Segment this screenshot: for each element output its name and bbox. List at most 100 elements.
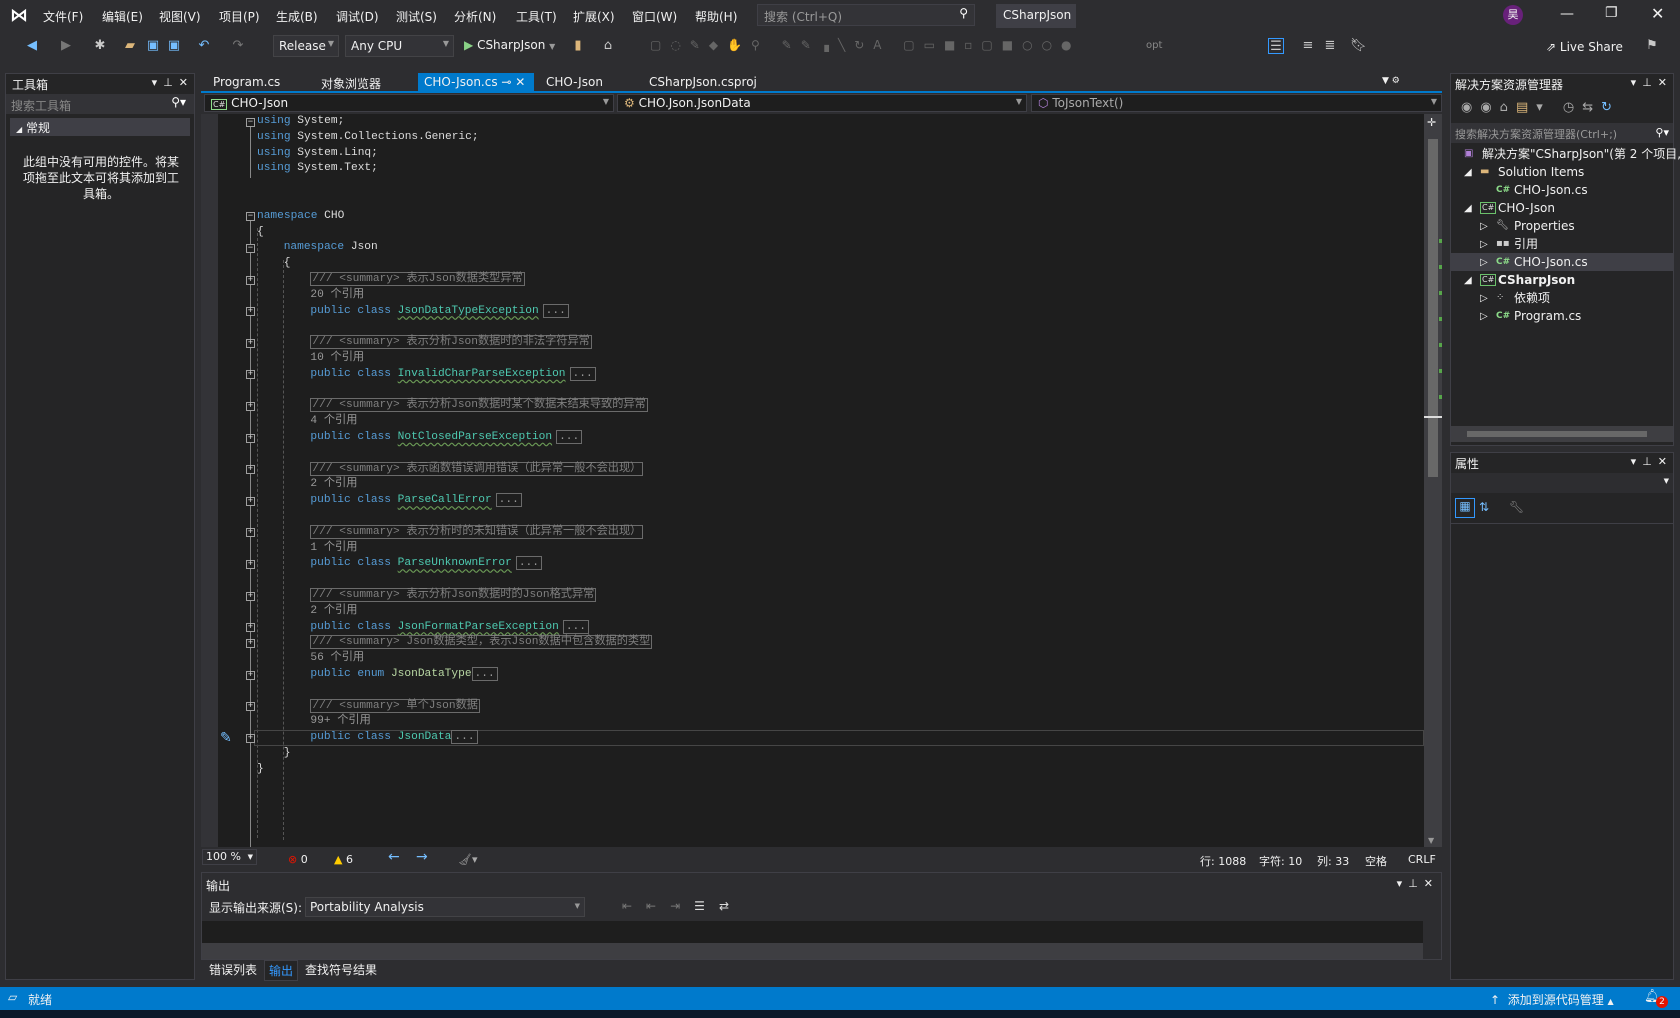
collapsed-block[interactable]: ... xyxy=(451,730,478,745)
error-count[interactable]: ⊗ 0 xyxy=(288,853,308,866)
tab-3[interactable]: CHO-Json xyxy=(540,73,609,91)
start-button[interactable]: ▶ CSharpJson ▼ xyxy=(464,38,555,52)
maximize-button[interactable]: ❐ xyxy=(1605,5,1618,21)
expand-icon[interactable]: + xyxy=(246,670,255,680)
solution-explorer-toolbar[interactable]: ◉◉⌂▤▾ ◷⇆↻ xyxy=(1461,100,1620,115)
tree-item[interactable]: ▷ C# Program.cs xyxy=(1450,307,1674,325)
comment-icon[interactable]: ≣ xyxy=(1322,38,1338,54)
save-icon[interactable]: ▣ xyxy=(145,38,161,54)
collapsed-block[interactable]: ... xyxy=(542,303,569,318)
tree-item[interactable]: ◢ C# CSharpJson xyxy=(1450,271,1674,289)
bottom-tab-0[interactable]: 错误列表 xyxy=(205,960,261,979)
menu-item[interactable]: 生成(B) xyxy=(276,8,318,25)
collapsed-arrow-icon[interactable]: ▷ xyxy=(1480,218,1488,236)
collapsed-block[interactable]: ... xyxy=(495,493,522,508)
collapsed-comment[interactable]: /// <summary> 表示分析Json数据时某个数据未结束导致的异常 xyxy=(310,398,648,413)
tree-item[interactable]: ▷ 🔧︎ Properties xyxy=(1450,217,1674,235)
type-dropdown[interactable]: ⚙ CHO.Json.JsonData ▼ xyxy=(617,94,1027,112)
solution-hscroll[interactable] xyxy=(1451,426,1673,442)
word-wrap-icon[interactable]: ⇄ xyxy=(719,899,743,913)
clear-all-icon[interactable]: ☰ xyxy=(694,899,719,913)
panel-buttons[interactable]: ▾⊥✕ xyxy=(1397,877,1439,890)
tree-item[interactable]: C# CHO-Json.cs xyxy=(1450,181,1674,199)
codelens-references[interactable]: 99+ 个引用 xyxy=(310,715,370,727)
collapsed-comment[interactable]: /// <summary> 表示分析Json数据时的Json格式异常 xyxy=(310,588,597,602)
feedback-icon[interactable]: ⚑ xyxy=(1644,38,1660,54)
codelens-references[interactable]: 1 个引用 xyxy=(310,542,357,554)
configuration-dropdown[interactable]: Release ▼ xyxy=(273,35,339,57)
codelens-references[interactable]: 2 个引用 xyxy=(310,605,357,617)
output-toolbar-icons[interactable]: ⇤⇤⇥☰⇄ xyxy=(622,899,743,913)
minimize-button[interactable]: — xyxy=(1560,6,1574,22)
scrollbar-thumb[interactable] xyxy=(1467,431,1647,437)
warning-count[interactable]: ▲ 6 xyxy=(334,853,353,866)
collapse-icon[interactable]: − xyxy=(246,212,255,222)
output-source-dropdown[interactable]: Portability Analysis ▼ xyxy=(305,897,585,917)
split-icon[interactable]: ✛ xyxy=(1427,116,1436,129)
expand-icon[interactable]: + xyxy=(246,623,255,633)
expanded-arrow-icon[interactable]: ◢ xyxy=(1464,164,1472,182)
expand-icon[interactable]: + xyxy=(246,638,255,648)
undo-icon[interactable]: ↶ xyxy=(196,38,212,54)
code-editor[interactable]: using System; − using System.Collections.G… xyxy=(218,114,1424,847)
cleanup-icon[interactable]: 🧹︎▾ xyxy=(458,853,478,866)
output-text-area[interactable] xyxy=(202,921,1423,943)
collapsed-arrow-icon[interactable]: ▷ xyxy=(1480,236,1488,254)
collapsed-arrow-icon[interactable]: ▷ xyxy=(1480,254,1488,272)
collapsed-block[interactable]: ... xyxy=(569,366,596,381)
tab-1[interactable]: 对象浏览器 xyxy=(315,73,387,91)
toolbar-icon-find[interactable]: ▮ xyxy=(570,38,586,54)
bookmark-icon[interactable]: 🔖︎ xyxy=(1350,38,1367,54)
tab-4[interactable]: CSharpJson.csproj xyxy=(643,73,763,91)
bottom-tab-1[interactable]: 输出 xyxy=(264,960,299,981)
edit-pen-icon[interactable]: ✎ xyxy=(220,730,232,746)
tree-item[interactable]: ▷ ▪▪ 引用 xyxy=(1450,235,1674,253)
codelens-references[interactable]: 4 个引用 xyxy=(310,415,357,427)
collapsed-block[interactable]: ... xyxy=(515,556,542,571)
output-hscroll[interactable] xyxy=(202,943,1423,959)
menu-item[interactable]: 测试(S) xyxy=(396,8,437,25)
search-input[interactable]: 搜索 (Ctrl+Q) xyxy=(764,10,842,24)
open-folder-icon[interactable]: ▰ xyxy=(122,38,138,54)
expand-icon[interactable]: + xyxy=(246,465,255,475)
collapsed-comment[interactable]: /// <summary> 表示Json数据类型异常 xyxy=(310,272,525,286)
expand-icon[interactable]: + xyxy=(246,275,255,285)
panel-buttons[interactable]: ▾⊥✕ xyxy=(152,76,194,89)
collapsed-comment[interactable]: /// <summary> Json数据类型，表示Json数据中包含数据的类型 xyxy=(310,635,653,650)
home-icon[interactable]: ⌂ xyxy=(600,38,616,54)
collapsed-comment[interactable]: /// <summary> 表示分析Json数据时的非法字符异常 xyxy=(310,335,592,350)
codelens-references[interactable]: 10 个引用 xyxy=(310,352,364,364)
toolbox-search[interactable]: 搜索工具箱 ⚲▾ xyxy=(6,94,194,114)
panel-buttons[interactable]: ▾⊥✕ xyxy=(1631,455,1673,468)
tree-item[interactable]: ▣ 解决方案"CSharpJson"(第 2 个项目, xyxy=(1450,145,1680,163)
scroll-down-icon[interactable]: ▼ xyxy=(1428,836,1434,845)
expand-icon[interactable]: + xyxy=(246,528,255,538)
platform-dropdown[interactable]: Any CPU ▼ xyxy=(345,35,454,57)
close-window-button[interactable]: ✕ xyxy=(1651,4,1664,23)
opt-dropdown[interactable]: opt xyxy=(1146,40,1162,51)
expand-icon[interactable]: + xyxy=(246,338,255,348)
tree-item[interactable]: ▷ C# CHO-Json.cs xyxy=(1450,253,1674,271)
menu-item[interactable]: 工具(T) xyxy=(516,8,557,25)
collapsed-comment[interactable]: /// <summary> 表示函数错误调用错误（此异常一般不会出现） xyxy=(310,461,644,476)
solution-search-input[interactable]: 搜索解决方案资源管理器(Ctrl+;) xyxy=(1455,128,1617,141)
menu-item[interactable]: 视图(V) xyxy=(159,8,201,25)
nav-back-icon[interactable]: ← xyxy=(388,849,400,865)
codelens-references[interactable]: 56 个引用 xyxy=(310,652,364,664)
solution-search[interactable]: 搜索解决方案资源管理器(Ctrl+;) ⚲▾ xyxy=(1451,123,1673,143)
expand-icon[interactable]: + xyxy=(246,401,255,411)
collapsed-arrow-icon[interactable]: ▷ xyxy=(1480,290,1488,308)
tree-item[interactable]: ◢ C# CHO-Json xyxy=(1450,199,1674,217)
close-tab-icon[interactable]: ✕ xyxy=(515,75,525,89)
tab-0[interactable]: Program.cs xyxy=(207,73,286,91)
expand-icon[interactable]: + xyxy=(246,433,255,443)
categorized-icon[interactable]: ▦ xyxy=(1455,498,1475,518)
alphabetical-icon[interactable]: ⇅ xyxy=(1479,500,1489,514)
codelens-references[interactable]: 20 个引用 xyxy=(310,289,364,301)
menu-item[interactable]: 文件(F) xyxy=(43,8,83,25)
expand-icon[interactable]: + xyxy=(246,702,255,712)
collapse-icon[interactable]: − xyxy=(246,117,255,127)
menu-item[interactable]: 分析(N) xyxy=(454,8,496,25)
collapse-icon[interactable]: − xyxy=(246,243,255,253)
collapsed-block[interactable]: ... xyxy=(562,619,589,634)
